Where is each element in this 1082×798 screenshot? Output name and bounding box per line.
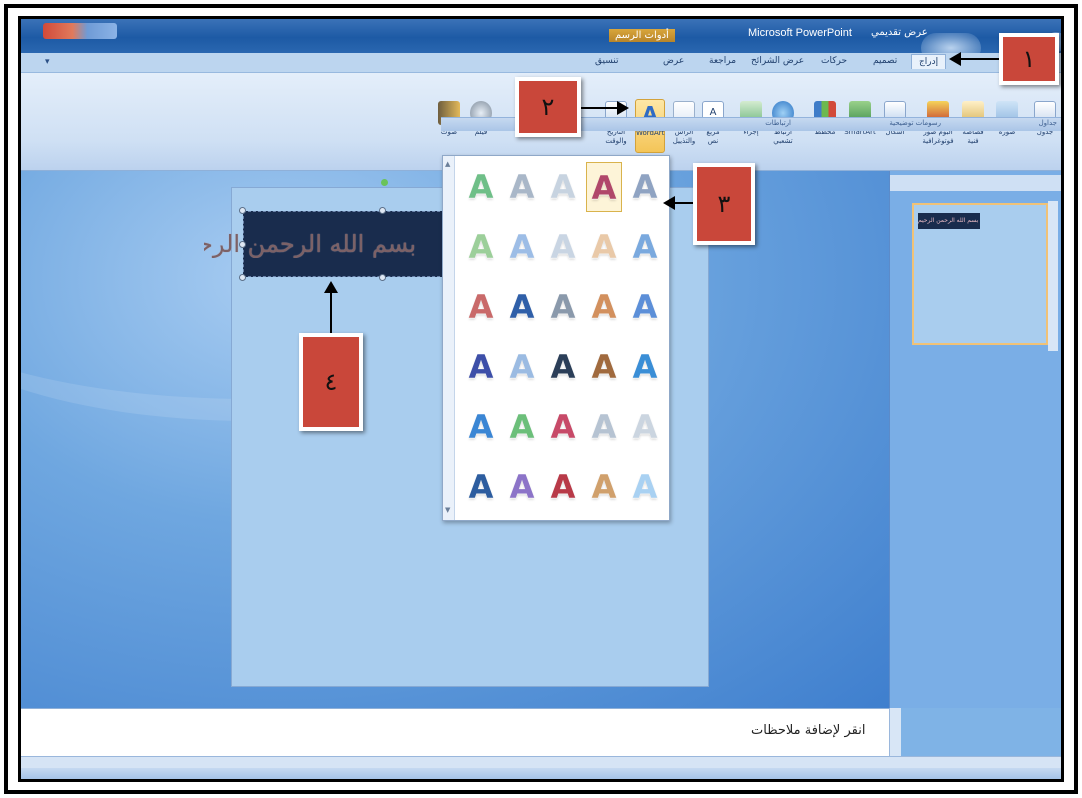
arrow-line xyxy=(959,58,999,60)
tab-review[interactable]: مراجعة xyxy=(709,56,736,66)
arrow-head-icon xyxy=(949,52,961,66)
thumbnail-title: بسم الله الرحمن الرحيم xyxy=(918,213,980,229)
wordart-style[interactable]: A xyxy=(545,282,581,332)
arrow-line xyxy=(673,202,693,204)
tab-animations[interactable]: حركات xyxy=(821,56,847,66)
wordart-style[interactable]: A xyxy=(627,282,663,332)
resize-handle[interactable] xyxy=(239,274,246,281)
wordart-style[interactable]: A xyxy=(586,222,622,272)
resize-handle[interactable] xyxy=(239,207,246,214)
wordart-style[interactable]: A xyxy=(504,462,540,512)
quick-access-toolbar[interactable] xyxy=(43,23,117,39)
wordart-style[interactable]: A xyxy=(586,402,622,452)
wordart-style[interactable]: A xyxy=(586,462,622,512)
tab-slideshow[interactable]: عرض الشرائح xyxy=(751,56,804,66)
wordart-style[interactable]: A xyxy=(545,222,581,272)
wordart-style[interactable]: A xyxy=(504,402,540,452)
wordart-style[interactable]: A xyxy=(627,402,663,452)
wordart-style[interactable]: A xyxy=(463,342,499,392)
wordart-style[interactable]: A xyxy=(545,402,581,452)
ribbon-tab-row: ▾ تنسيق عرض مراجعة عرض الشرائح حركات تصم… xyxy=(21,53,1061,73)
pane-tabs[interactable] xyxy=(890,175,1061,191)
tab-insert[interactable]: إدراج xyxy=(911,54,947,69)
wordart-style[interactable]: A xyxy=(463,402,499,452)
callout-3: ٣ xyxy=(693,163,755,245)
wordart-style[interactable]: A xyxy=(586,162,622,212)
wordart-style[interactable]: A xyxy=(627,222,663,272)
arrow-line xyxy=(330,293,332,333)
wordart-style[interactable]: A xyxy=(627,342,663,392)
tab-view[interactable]: عرض xyxy=(663,56,684,66)
slide-title-text: بسم الله الرحمن الرحيم xyxy=(204,230,416,258)
wordart-gallery: ▲ ▼ AAAAAAAAAAAAAAAAAAAAAAAAAAAAAA xyxy=(442,155,670,521)
app-title: Microsoft PowerPoint xyxy=(748,27,852,39)
wordart-style[interactable]: A xyxy=(545,342,581,392)
tab-format[interactable]: تنسيق xyxy=(595,56,618,66)
wordart-style[interactable]: A xyxy=(504,222,540,272)
powerpoint-window: أدوات الرسم Microsoft PowerPoint عرض تقد… xyxy=(18,16,1064,782)
wordart-style[interactable]: A xyxy=(463,222,499,272)
callout-1: ١ xyxy=(999,33,1059,85)
slide-title-box[interactable]: بسم الله الرحمن الرحيم xyxy=(204,211,455,277)
wordart-style[interactable]: A xyxy=(504,162,540,212)
drawing-tools-context-label: أدوات الرسم xyxy=(609,29,675,42)
resize-handle[interactable] xyxy=(239,241,246,248)
notes-scrollbar[interactable] xyxy=(889,708,901,756)
wordart-style[interactable]: A xyxy=(463,282,499,332)
window-title-bar: أدوات الرسم Microsoft PowerPoint عرض تقد… xyxy=(21,19,1061,63)
resize-handle[interactable] xyxy=(379,274,386,281)
image-frame: أدوات الرسم Microsoft PowerPoint عرض تقد… xyxy=(0,0,1082,798)
status-bar xyxy=(21,768,1061,779)
notes-placeholder: انقر لإضافة ملاحظات xyxy=(751,723,866,738)
wordart-style[interactable]: A xyxy=(627,162,663,212)
tab-design[interactable]: تصميم xyxy=(873,56,897,66)
wordart-style[interactable]: A xyxy=(504,282,540,332)
wordart-style[interactable]: A xyxy=(586,342,622,392)
notes-pane[interactable]: انقر لإضافة ملاحظات xyxy=(21,708,889,756)
wordart-style[interactable]: A xyxy=(463,162,499,212)
document-title: عرض تقديمي xyxy=(871,27,928,38)
wordart-style[interactable]: A xyxy=(504,342,540,392)
slides-pane: بسم الله الرحمن الرحيم xyxy=(889,171,1061,708)
resize-handle[interactable] xyxy=(379,207,386,214)
wordart-style[interactable]: A xyxy=(545,162,581,212)
arrow-head-icon xyxy=(663,196,675,210)
horizontal-scrollbar[interactable] xyxy=(21,756,1061,768)
scroll-down-icon[interactable]: ▼ xyxy=(445,506,450,514)
arrow-head-icon xyxy=(617,101,629,115)
gallery-scrollbar[interactable]: ▲ ▼ xyxy=(443,156,455,520)
ribbon-minimize-icon[interactable]: ▾ xyxy=(45,57,50,67)
arrow-line xyxy=(581,107,617,109)
pane-scrollbar[interactable] xyxy=(1048,201,1058,351)
rotate-handle[interactable] xyxy=(381,179,388,186)
wordart-style[interactable]: A xyxy=(545,462,581,512)
arrow-head-icon xyxy=(324,281,338,293)
wordart-style[interactable]: A xyxy=(463,462,499,512)
scroll-up-icon[interactable]: ▲ xyxy=(445,160,450,168)
wordart-style[interactable]: A xyxy=(627,462,663,512)
callout-2: ٢ xyxy=(515,77,581,137)
slide-thumbnail[interactable]: بسم الله الرحمن الرحيم xyxy=(912,203,1048,345)
callout-4: ٤ xyxy=(299,333,363,431)
wordart-style[interactable]: A xyxy=(586,282,622,332)
